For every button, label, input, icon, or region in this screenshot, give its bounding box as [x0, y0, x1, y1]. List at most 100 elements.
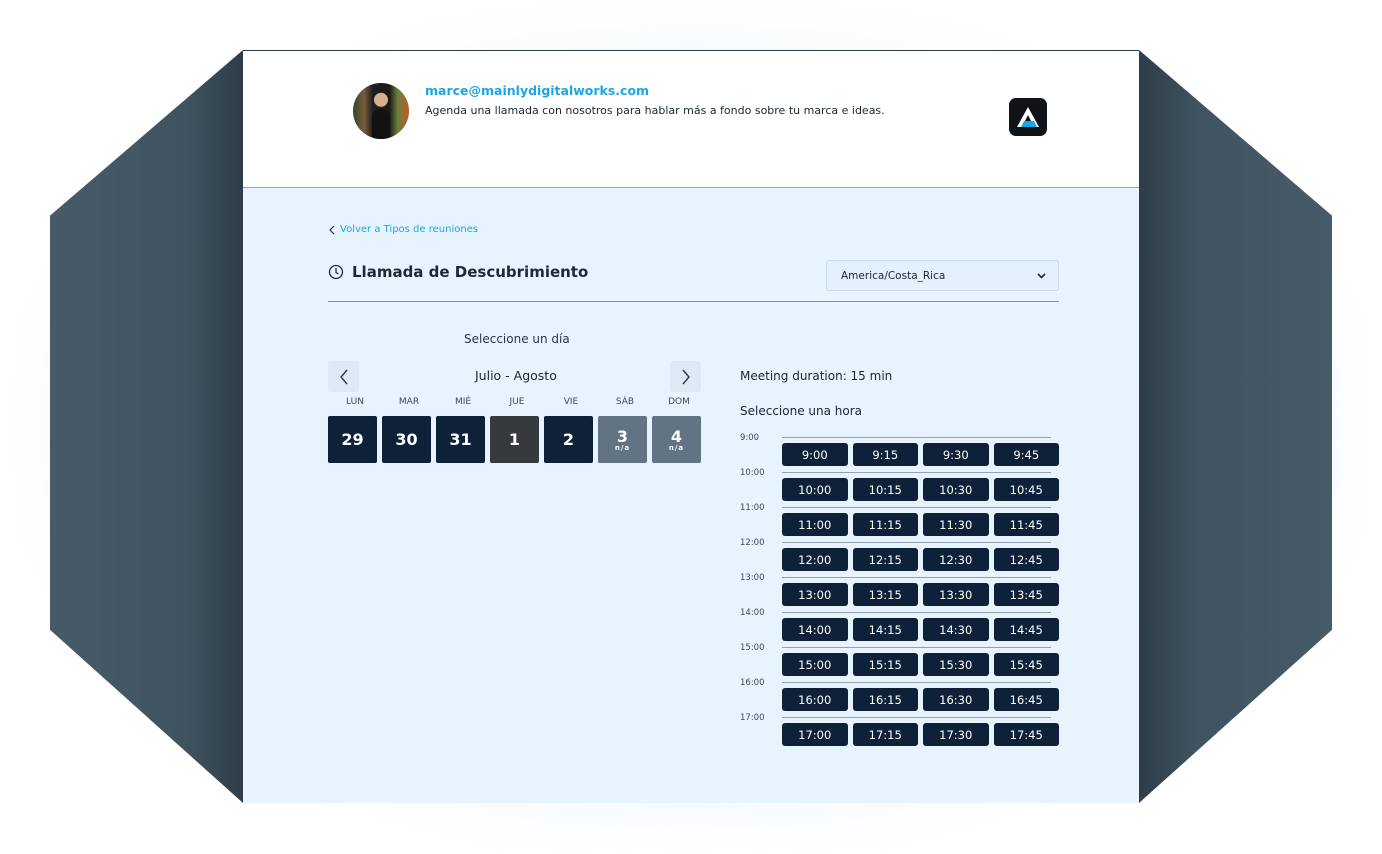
time-slot-button[interactable]: 11:30: [923, 513, 989, 536]
weekday-label: SÁB: [615, 397, 635, 407]
time-slot-list: 9:00 9:00 9:15 9:30 9:45 10:00 10:00 10:…: [740, 432, 1060, 747]
prev-week-button[interactable]: [328, 361, 359, 392]
day-number: 31: [449, 430, 472, 449]
time-slot-button[interactable]: 10:30: [923, 478, 989, 501]
weekday-label: VIE: [563, 397, 579, 407]
hour-divider: [782, 437, 1051, 438]
title-divider: [328, 301, 1059, 302]
time-slot-button[interactable]: 16:15: [852, 688, 918, 711]
day-button[interactable]: 29: [328, 416, 377, 463]
time-slot-button[interactable]: 17:45: [993, 723, 1059, 746]
time-slot-button[interactable]: 9:45: [993, 443, 1059, 466]
clock-icon: [328, 264, 344, 280]
hour-group: 10:00 10:00 10:15 10:30 10:45: [740, 467, 1060, 502]
hour-group: 9:00 9:00 9:15 9:30 9:45: [740, 432, 1060, 467]
hour-label: 12:00: [740, 538, 765, 548]
brand-logo-icon: [1009, 98, 1047, 136]
time-slot-button[interactable]: 15:15: [852, 653, 918, 676]
time-slot-button[interactable]: 14:45: [993, 618, 1059, 641]
hour-label: 15:00: [740, 643, 765, 653]
hour-divider: [782, 717, 1051, 718]
host-email[interactable]: marce@mainlydigitalworks.com: [425, 83, 649, 98]
hour-group: 12:00 12:00 12:15 12:30 12:45: [740, 537, 1060, 572]
select-day-heading: Seleccione un día: [464, 332, 570, 346]
hour-divider: [782, 472, 1051, 473]
hour-divider: [782, 542, 1051, 543]
time-slot-button[interactable]: 16:45: [993, 688, 1059, 711]
event-title-row: Llamada de Descubrimiento: [328, 263, 588, 281]
timezone-value: America/Costa_Rica: [841, 269, 946, 282]
weekday-label: MIÉ: [454, 397, 472, 407]
day-button[interactable]: 2: [544, 416, 593, 463]
day-number: 2: [562, 430, 575, 449]
time-slot-button[interactable]: 12:00: [782, 548, 848, 571]
time-slot-button[interactable]: 15:00: [782, 653, 848, 676]
hour-label: 11:00: [740, 503, 765, 513]
chevron-right-icon: [681, 369, 690, 384]
hour-group: 16:00 16:00 16:15 16:30 16:45: [740, 677, 1060, 712]
time-slot-button[interactable]: 10:45: [993, 478, 1059, 501]
day-button[interactable]: 30: [382, 416, 431, 463]
weekday-label: LUN: [346, 397, 364, 407]
hour-label: 14:00: [740, 608, 765, 618]
booking-panel: marce@mainlydigitalworks.com Agenda una …: [243, 50, 1139, 803]
time-slot-button[interactable]: 13:30: [923, 583, 989, 606]
time-slot-button[interactable]: 10:00: [782, 478, 848, 501]
day-number: 30: [395, 430, 418, 449]
time-slot-button[interactable]: 16:00: [782, 688, 848, 711]
hour-label: 13:00: [740, 573, 765, 583]
hour-group: 14:00 14:00 14:15 14:30 14:45: [740, 607, 1060, 642]
time-slot-button[interactable]: 17:00: [782, 723, 848, 746]
day-number: 29: [341, 430, 364, 449]
time-slot-button[interactable]: 13:15: [852, 583, 918, 606]
hour-divider: [782, 682, 1051, 683]
time-slot-button[interactable]: 12:45: [993, 548, 1059, 571]
header-description: Agenda una llamada con nosotros para hab…: [425, 104, 885, 117]
time-slot-button[interactable]: 13:45: [993, 583, 1059, 606]
next-week-button[interactable]: [670, 361, 701, 392]
chevron-down-icon: [1037, 272, 1046, 279]
hour-divider: [782, 577, 1051, 578]
meeting-duration: Meeting duration: 15 min: [740, 369, 893, 383]
day-button[interactable]: 31: [436, 416, 485, 463]
time-slot-button[interactable]: 14:15: [852, 618, 918, 641]
day-button-today[interactable]: 1: [490, 416, 539, 463]
hour-label: 9:00: [740, 433, 760, 443]
time-slot-button[interactable]: 14:00: [782, 618, 848, 641]
back-link-label: Volver a Tipos de reuniones: [340, 224, 479, 235]
hour-label: 16:00: [740, 678, 765, 688]
time-slot-button[interactable]: 16:30: [923, 688, 989, 711]
hour-divider: [782, 612, 1051, 613]
timezone-select[interactable]: America/Costa_Rica: [826, 260, 1059, 291]
time-slot-button[interactable]: 14:30: [923, 618, 989, 641]
hour-label: 17:00: [740, 713, 765, 723]
hour-group: 17:00 17:00 17:15 17:30 17:45: [740, 712, 1060, 747]
time-slot-button[interactable]: 15:30: [923, 653, 989, 676]
weekday-header: LUN MAR MIÉ JUE VIE SÁB DOM: [328, 397, 706, 407]
time-slot-button[interactable]: 9:15: [852, 443, 918, 466]
time-slot-button[interactable]: 17:15: [852, 723, 918, 746]
hour-group: 15:00 15:00 15:15 15:30 15:45: [740, 642, 1060, 677]
hour-group: 11:00 11:00 11:15 11:30 11:45: [740, 502, 1060, 537]
select-hour-heading: Seleccione una hora: [740, 404, 863, 418]
time-slot-button[interactable]: 13:00: [782, 583, 848, 606]
booking-header: marce@mainlydigitalworks.com Agenda una …: [243, 51, 1139, 188]
time-slot-button[interactable]: 11:00: [782, 513, 848, 536]
time-slot-button[interactable]: 11:15: [852, 513, 918, 536]
day-button-unavailable: 4 n/a: [652, 416, 701, 463]
hour-divider: [782, 507, 1051, 508]
time-slot-button[interactable]: 10:15: [852, 478, 918, 501]
page-title: Llamada de Descubrimiento: [352, 263, 589, 281]
back-link[interactable]: Volver a Tipos de reuniones: [328, 224, 478, 235]
time-slot-button[interactable]: 11:45: [993, 513, 1059, 536]
time-slot-button[interactable]: 9:30: [923, 443, 989, 466]
time-slot-button[interactable]: 12:15: [852, 548, 918, 571]
hour-group: 13:00 13:00 13:15 13:30 13:45: [740, 572, 1060, 607]
time-slot-button[interactable]: 9:00: [782, 443, 848, 466]
time-slot-button[interactable]: 15:45: [993, 653, 1059, 676]
time-slot-button[interactable]: 17:30: [923, 723, 989, 746]
month-label: Julio - Agosto: [475, 368, 557, 383]
unavailable-label: n/a: [614, 444, 631, 452]
avatar: [353, 83, 409, 139]
time-slot-button[interactable]: 12:30: [923, 548, 989, 571]
